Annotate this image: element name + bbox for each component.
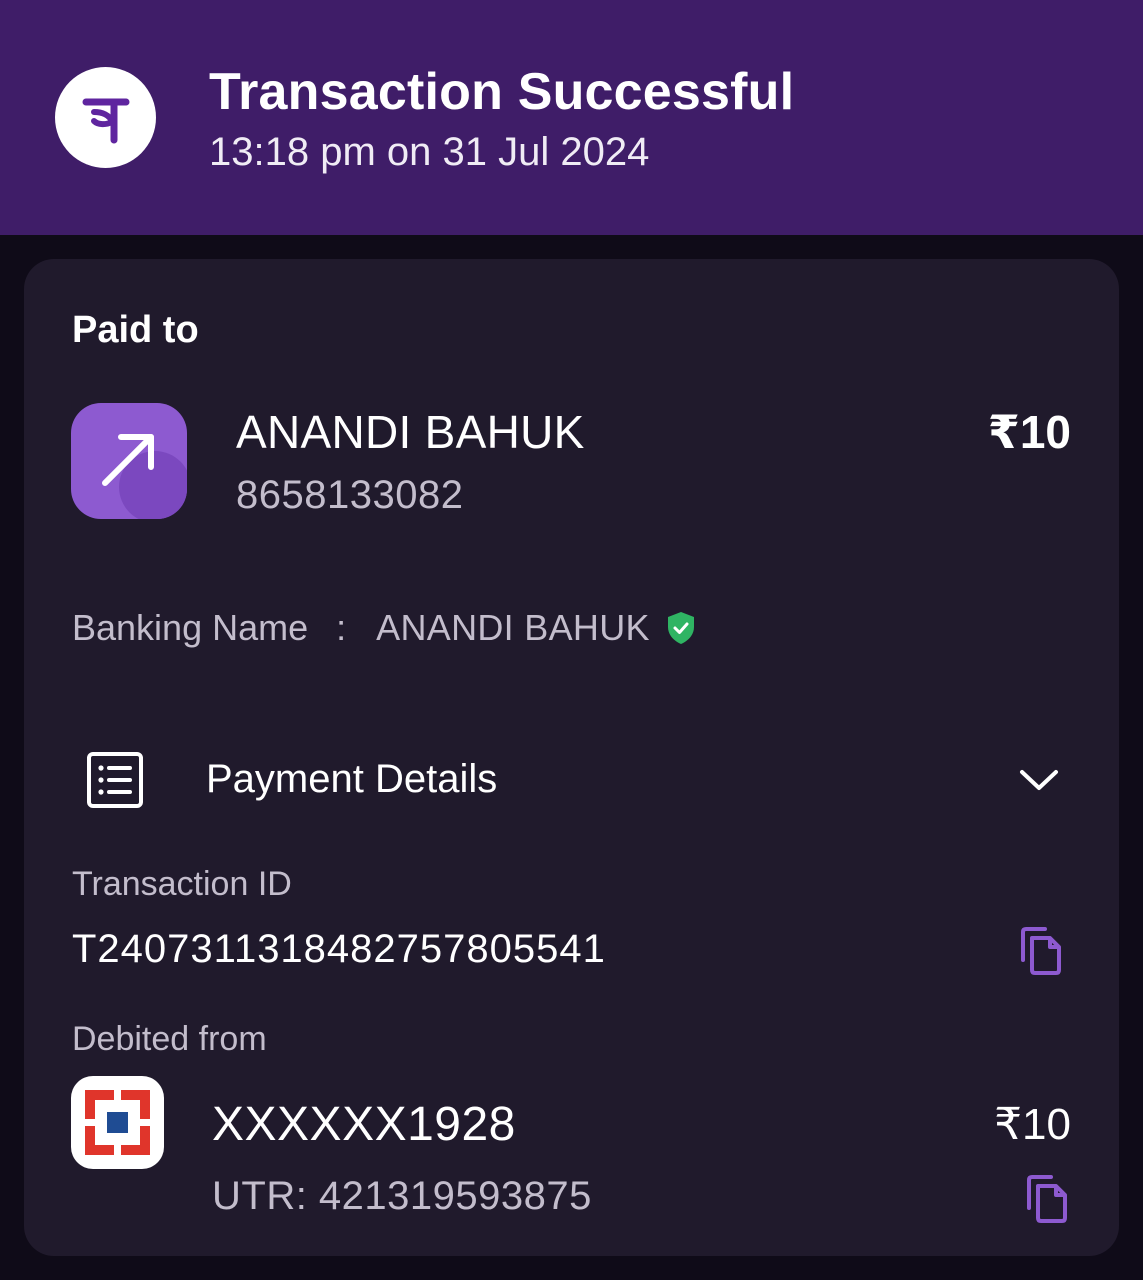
- banking-name-label: Banking Name: [72, 607, 309, 648]
- paid-to-label: Paid to: [72, 309, 199, 351]
- payee-phone: 8658133082: [236, 473, 464, 517]
- transaction-id-value: T2407311318482757805541: [72, 927, 606, 971]
- payment-details-toggle[interactable]: Payment Details: [206, 757, 497, 802]
- banking-name-value: ANANDI BAHUK: [376, 607, 650, 648]
- page-title: Transaction Successful: [209, 63, 795, 121]
- transaction-id-label: Transaction ID: [72, 865, 292, 903]
- receipt-list-icon[interactable]: [87, 752, 143, 813]
- debit-account-number: XXXXXX1928: [212, 1098, 516, 1151]
- hdfc-bank-logo-icon: [71, 1076, 164, 1169]
- banking-name-row: Banking Name : ANANDI BAHUK: [72, 607, 696, 649]
- utr-number: UTR: 421319593875: [212, 1174, 592, 1218]
- phonepe-logo-icon: [55, 67, 156, 168]
- arrow-up-right-icon: [71, 403, 187, 519]
- transaction-datetime: 13:18 pm on 31 Jul 2024: [209, 130, 650, 174]
- transaction-header: Transaction Successful 13:18 pm on 31 Ju…: [0, 0, 1143, 235]
- copy-icon[interactable]: [1025, 1174, 1069, 1229]
- chevron-down-icon[interactable]: [1019, 766, 1059, 799]
- paid-amount: ₹10: [987, 406, 1071, 458]
- debited-from-label: Debited from: [72, 1020, 267, 1058]
- copy-icon[interactable]: [1019, 926, 1063, 981]
- banking-name-separator: :: [336, 607, 347, 648]
- payee-name: ANANDI BAHUK: [236, 406, 585, 458]
- debit-amount: ₹10: [994, 1100, 1071, 1149]
- verified-shield-icon: [666, 611, 696, 645]
- transaction-card: Paid to ANANDI BAHUK 8658133082 ₹10 Bank…: [24, 259, 1119, 1256]
